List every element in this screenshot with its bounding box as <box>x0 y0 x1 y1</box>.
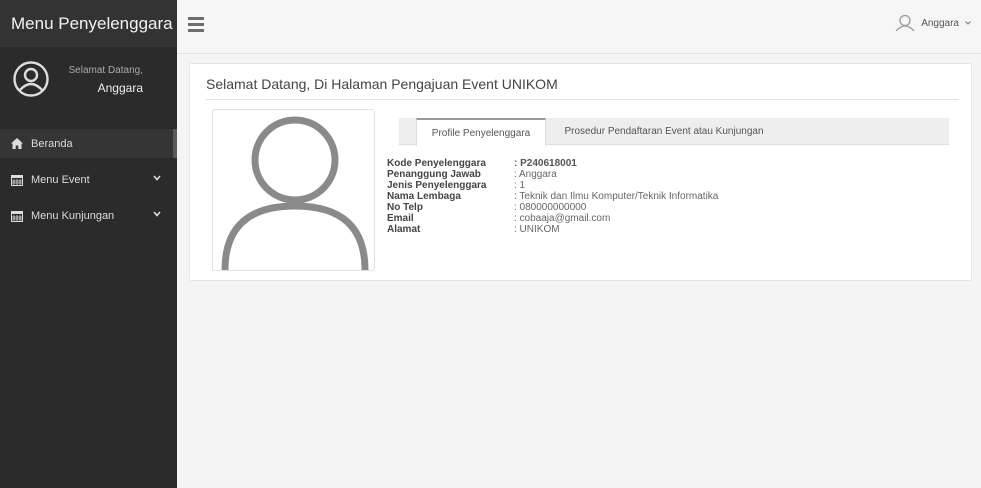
sidebar-nav: Beranda Menu Event Menu Kunjungan <box>0 129 177 230</box>
detail-row: Jenis Penyelenggara : 1 <box>387 180 718 191</box>
profile-details: Kode Penyelenggara : P240618001 Penanggu… <box>387 158 718 235</box>
menu-toggle-icon[interactable] <box>188 17 204 32</box>
detail-key: Penanggung Jawab <box>387 169 481 180</box>
sidebar-item-menu-event[interactable]: Menu Event <box>0 165 177 194</box>
detail-row: Alamat : UNIKOM <box>387 224 718 235</box>
profile-box: Selamat Datang, Di Halaman Pengajuan Eve… <box>189 63 972 281</box>
detail-value: : cobaaja@gmail.com <box>514 213 611 224</box>
profile-tabs: Profile Penyelenggara Prosedur Pendaftar… <box>399 118 949 146</box>
sidebar: Menu Penyelenggara Selamat Datang, Angga… <box>0 0 177 488</box>
top-navbar: Anggara <box>177 0 981 54</box>
detail-value: : Teknik dan Ilmu Komputer/Teknik Inform… <box>514 191 719 202</box>
detail-value: : 1 <box>514 180 526 191</box>
detail-row: Nama Lembaga : Teknik dan Ilmu Komputer/… <box>387 191 718 202</box>
detail-key: No Telp <box>387 202 423 213</box>
chevron-down-icon <box>153 175 161 181</box>
chevron-down-icon <box>965 21 971 25</box>
tab-prosedur-pendaftaran[interactable]: Prosedur Pendaftaran Event atau Kunjunga… <box>554 118 774 145</box>
sidebar-item-label: Menu Event <box>31 173 90 186</box>
detail-row: Kode Penyelenggara : P240618001 <box>387 158 718 169</box>
tab-profile-penyelenggara[interactable]: Profile Penyelenggara <box>416 118 546 146</box>
greeting-text: Selamat Datang, <box>68 65 144 76</box>
detail-value: : 080000000000 <box>514 202 587 213</box>
detail-row: No Telp : 080000000000 <box>387 202 718 213</box>
detail-key: Nama Lembaga <box>387 191 461 202</box>
user-panel: Selamat Datang, Anggara <box>0 47 177 125</box>
chevron-down-icon <box>153 211 161 217</box>
detail-row: Penanggung Jawab : Anggara <box>387 169 718 180</box>
detail-key: Kode Penyelenggara <box>387 158 486 169</box>
greeting-username: Anggara <box>97 81 143 95</box>
detail-value: : Anggara <box>514 169 557 180</box>
user-avatar-icon <box>221 116 369 270</box>
greeting: Selamat Datang, Anggara <box>69 65 144 95</box>
detail-value: : UNIKOM <box>514 224 560 235</box>
detail-key: Email <box>387 213 414 224</box>
user-menu[interactable]: Anggara <box>895 14 971 32</box>
brand-title[interactable]: Menu Penyelenggara <box>0 0 177 47</box>
user-avatar-icon <box>13 61 49 97</box>
sidebar-item-beranda[interactable]: Beranda <box>0 129 177 158</box>
user-icon <box>895 14 915 32</box>
sidebar-item-label: Beranda <box>31 137 73 150</box>
detail-value: : P240618001 <box>514 158 577 169</box>
detail-row: Email : cobaaja@gmail.com <box>387 213 718 224</box>
page-title: Selamat Datang, Di Halaman Pengajuan Eve… <box>206 76 558 92</box>
profile-photo <box>212 109 375 271</box>
calendar-icon <box>11 174 25 186</box>
calendar-icon <box>11 210 25 222</box>
sidebar-item-menu-kunjungan[interactable]: Menu Kunjungan <box>0 201 177 230</box>
detail-key: Jenis Penyelenggara <box>387 180 487 191</box>
divider <box>206 99 959 100</box>
sidebar-item-label: Menu Kunjungan <box>31 209 115 222</box>
detail-key: Alamat <box>387 224 421 235</box>
user-menu-label: Anggara <box>921 17 959 29</box>
home-icon <box>11 138 25 149</box>
